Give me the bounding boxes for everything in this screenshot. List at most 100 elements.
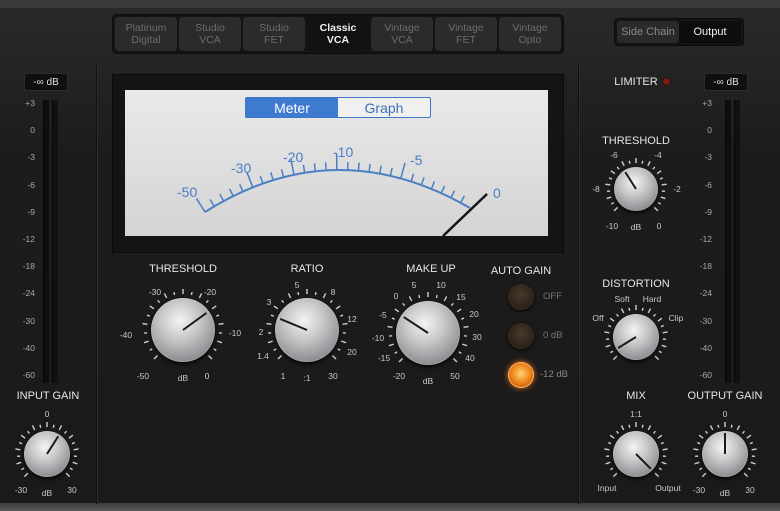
mix-pointer xyxy=(635,453,652,470)
makeup-scale-label: 20 xyxy=(469,309,479,319)
makeup-scale-label: -20 xyxy=(392,371,406,381)
limiter-threshold-scale-label: -4 xyxy=(654,150,662,160)
threshold-label: THRESHOLD xyxy=(149,263,217,275)
meter-view-button[interactable]: Meter xyxy=(246,98,338,117)
input-gain-scale-label: -30 xyxy=(14,485,28,495)
ratio-scale-label: 1 xyxy=(280,371,286,381)
meter-scale-label: -24 xyxy=(699,288,712,299)
makeup-scale-label: 50 xyxy=(450,371,460,381)
limiter-threshold-scale-label: -8 xyxy=(592,184,600,194)
output-gain-knob[interactable] xyxy=(702,431,748,477)
routing-toggle: Side Chain Output xyxy=(614,18,744,46)
vu-scale-tick xyxy=(389,167,393,176)
threshold-unit-label: dB xyxy=(177,373,189,383)
graph-view-button[interactable]: Graph xyxy=(338,98,430,117)
vu-needle xyxy=(442,193,488,236)
model-studio-fet[interactable]: Studio FET xyxy=(243,17,305,51)
meter-scale-label: -24 xyxy=(22,288,35,299)
meter-scale-label: -9 xyxy=(704,206,712,217)
makeup-scale-label: 15 xyxy=(456,292,466,302)
mix-scale-label: 1:1 xyxy=(630,409,642,419)
meter-scale-label: -30 xyxy=(22,315,35,326)
model-vintage-opto[interactable]: Vintage Opto xyxy=(499,17,561,51)
mix-knob[interactable] xyxy=(613,431,659,477)
ratio-scale-label: 1.4 xyxy=(257,351,269,361)
ratio-pointer xyxy=(280,318,308,331)
meter-scale-label: -12 xyxy=(22,234,35,244)
vu-scale-tick xyxy=(450,190,456,199)
auto-gain-label: AUTO GAIN xyxy=(490,265,552,277)
meter-scale-label: -9 xyxy=(27,206,35,217)
limiter-label: LIMITER xyxy=(614,76,658,88)
threshold-scale-label: -30 xyxy=(148,287,162,297)
meter-scale-label: +3 xyxy=(25,98,35,108)
meter-scale-label: -40 xyxy=(22,342,35,353)
model-vintage-fet[interactable]: Vintage FET xyxy=(435,17,497,51)
ratio-knob[interactable] xyxy=(275,298,339,362)
makeup-scale-label: -10 xyxy=(371,333,385,343)
threshold-scale-label: -10 xyxy=(228,328,242,338)
vu-scale-tick xyxy=(430,181,436,190)
output-gain-scale-label: 30 xyxy=(745,485,755,495)
auto-gain-off-button[interactable] xyxy=(508,284,534,310)
auto-gain-0db-button[interactable] xyxy=(508,323,534,349)
limiter-threshold-label: THRESHOLD xyxy=(602,135,670,147)
vu-scale-tick xyxy=(379,165,382,174)
limiter-threshold-scale-label: -2 xyxy=(673,184,681,194)
input-gain-knob[interactable] xyxy=(24,431,70,477)
distortion-pointer xyxy=(617,336,637,349)
makeup-scale-label: 30 xyxy=(472,332,482,342)
mix-scale-label: Output xyxy=(655,483,681,493)
threshold-knob[interactable] xyxy=(151,298,215,362)
auto-gain-minus12db-button[interactable] xyxy=(508,362,534,388)
model-classic-vca[interactable]: Classic VCA xyxy=(307,17,369,51)
vu-scale-tick xyxy=(459,195,466,204)
input-gain-pointer xyxy=(46,435,59,455)
model-studio-vca[interactable]: Studio VCA xyxy=(179,17,241,51)
vu-scale-tick xyxy=(259,175,264,184)
limiter-threshold-knob[interactable] xyxy=(614,167,658,211)
vu-scale-label: -5 xyxy=(410,152,423,168)
makeup-scale-label: 5 xyxy=(411,280,417,290)
vu-scale-tick xyxy=(195,198,206,213)
output-gain-pointer xyxy=(724,433,726,454)
ratio-scale-label: 5 xyxy=(294,280,300,290)
limiter-threshold-scale-label: -6 xyxy=(610,150,618,160)
vu-scale-tick xyxy=(400,162,406,179)
auto-gain-0db-label: 0 dB xyxy=(543,330,563,341)
side-chain-button[interactable]: Side Chain xyxy=(617,21,679,43)
vu-scale-tick xyxy=(357,162,360,171)
meter-scale-label: -3 xyxy=(27,152,35,163)
makeup-knob[interactable] xyxy=(396,301,460,365)
vu-scale-tick xyxy=(209,199,215,207)
ratio-scale-label: 12 xyxy=(347,314,357,324)
model-platinum-digital[interactable]: Platinum Digital xyxy=(115,17,177,51)
output-level-readout: -∞ dB xyxy=(704,73,748,91)
ratio-scale-label: 2 xyxy=(258,327,264,337)
mix-label: MIX xyxy=(626,390,646,402)
threshold-pointer xyxy=(182,312,207,331)
meter-scale-label: -30 xyxy=(699,315,712,326)
meter-scale-label: -60 xyxy=(699,370,712,380)
right-divider xyxy=(578,64,579,504)
meter-scale-label: 0 xyxy=(30,125,35,136)
vu-scale-label: -10 xyxy=(333,144,354,160)
output-button[interactable]: Output xyxy=(679,21,741,43)
limiter-threshold-pointer xyxy=(624,171,637,190)
left-divider xyxy=(96,64,97,504)
vu-scale-tick xyxy=(440,185,446,194)
input-meter-left-channel xyxy=(43,100,49,383)
distortion-label: DISTORTION xyxy=(602,278,670,290)
input-level-readout: -∞ dB xyxy=(24,73,68,91)
ratio-scale-label: 8 xyxy=(330,287,336,297)
output-meter-left-channel xyxy=(725,100,731,383)
auto-gain-off-label: OFF xyxy=(543,291,562,302)
compressor-model-selector: Platinum Digital Studio VCA Studio FET C… xyxy=(112,14,564,54)
output-gain-unit-label: dB xyxy=(719,488,731,498)
distortion-knob[interactable] xyxy=(613,314,659,360)
model-vintage-vca[interactable]: Vintage VCA xyxy=(371,17,433,51)
distortion-scale-label: Off xyxy=(592,313,604,323)
distortion-scale-label: Clip xyxy=(668,313,684,323)
meter-scale-label: -6 xyxy=(704,179,712,190)
meter-scale-label: -6 xyxy=(27,179,35,190)
